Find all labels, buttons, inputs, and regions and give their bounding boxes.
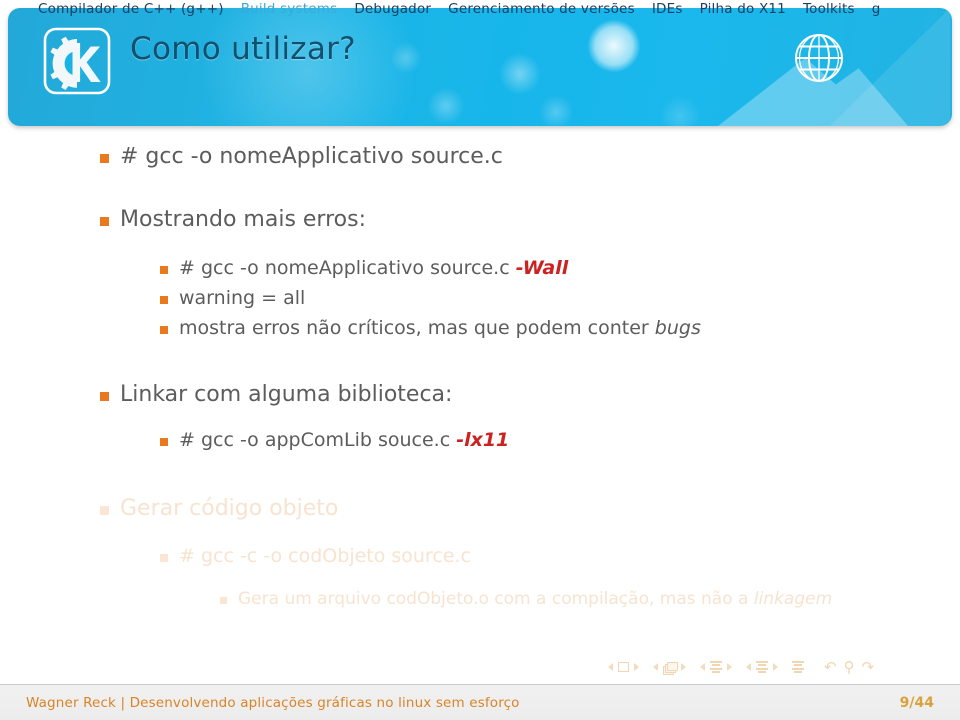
bullet-marker-icon bbox=[100, 217, 109, 227]
plain-text: # gcc -o appComLib souce.c bbox=[179, 429, 457, 451]
highlight-flag: -Wall bbox=[515, 257, 569, 279]
undo-arrow-icon[interactable]: ↶ bbox=[824, 658, 837, 676]
search-icon[interactable]: ⚲ bbox=[844, 658, 855, 676]
bullet-text: # gcc -o appComLib souce.c -lx11 bbox=[179, 428, 509, 453]
plain-text: Linkar com alguma biblioteca: bbox=[120, 382, 453, 407]
bullet-text: # gcc -o nomeApplicativo source.c bbox=[120, 142, 503, 171]
bullet-item-5: Linkar com alguma biblioteca: bbox=[100, 380, 452, 409]
bullet-item-7: Gerar código objeto bbox=[100, 494, 338, 523]
nav-group-subsection[interactable] bbox=[700, 661, 732, 673]
nav-group-slide[interactable] bbox=[608, 662, 639, 672]
footer-bar: Wagner Reck | Desenvolvendo aplicações g… bbox=[0, 684, 960, 720]
plain-text: Gera um arquivo codObjeto.o com a compil… bbox=[238, 589, 754, 609]
plain-text: warning = all bbox=[179, 287, 306, 309]
footer-author-title: Wagner Reck | Desenvolvendo aplicações g… bbox=[26, 694, 520, 711]
nav-group-document[interactable] bbox=[792, 661, 804, 673]
slide-content: # gcc -o nomeApplicativo source.c Mostran… bbox=[0, 132, 960, 642]
subsection-lines-icon[interactable] bbox=[710, 661, 722, 673]
nav-item-6[interactable]: Toolkits bbox=[803, 0, 855, 19]
bullet-text: mostra erros não críticos, mas que podem… bbox=[179, 316, 701, 341]
page-number: 9/44 bbox=[899, 694, 934, 711]
bullet-text: warning = all bbox=[179, 286, 305, 311]
bullet-marker-icon bbox=[100, 154, 109, 164]
bullet-text: Linkar com alguma biblioteca: bbox=[120, 380, 452, 409]
page-title: Como utilizar? bbox=[130, 31, 356, 67]
nav-item-5[interactable]: Pilha do X11 bbox=[700, 0, 786, 19]
nav-item-3[interactable]: Gerenciamento de versões bbox=[448, 0, 635, 19]
bullet-text: # gcc -c -o codObjeto source.c bbox=[179, 544, 471, 569]
emphasis-text: linkagem bbox=[753, 589, 833, 609]
plain-text: Mostrando mais erros: bbox=[120, 207, 366, 232]
bullet-text: # gcc -o nomeApplicativo source.c -Wall bbox=[179, 256, 568, 281]
bullet-marker-icon bbox=[160, 554, 168, 563]
globe-icon bbox=[789, 28, 849, 88]
next-frame-icon[interactable] bbox=[681, 663, 686, 671]
plain-text: # gcc -o nomeApplicativo source.c bbox=[179, 257, 516, 279]
bullet-text: Mostrando mais erros: bbox=[120, 205, 366, 234]
redo-arrow-icon[interactable]: ↷ bbox=[862, 658, 875, 676]
beamer-navigation-symbols[interactable]: ↶ ⚲ ↷ bbox=[608, 657, 952, 677]
nav-item-4[interactable]: IDEs bbox=[652, 0, 683, 19]
bullet-item-8: # gcc -c -o codObjeto source.c bbox=[160, 544, 471, 569]
nav-item-2[interactable]: Debugador bbox=[354, 0, 431, 19]
emphasis-text: bugs bbox=[654, 317, 701, 339]
bullet-marker-icon bbox=[100, 392, 109, 402]
bullet-text: Gera um arquivo codObjeto.o com a compil… bbox=[238, 588, 832, 611]
next-subsection-icon[interactable] bbox=[727, 663, 732, 671]
section-lines-icon[interactable] bbox=[756, 661, 768, 673]
bullet-text: Gerar código objeto bbox=[120, 494, 338, 523]
bullet-marker-icon bbox=[160, 438, 168, 447]
bullet-marker-icon bbox=[220, 597, 227, 605]
prev-frame-icon[interactable] bbox=[653, 663, 658, 671]
prev-slide-icon[interactable] bbox=[608, 663, 613, 671]
frames-stack-icon[interactable] bbox=[663, 661, 678, 675]
next-slide-icon[interactable] bbox=[634, 663, 639, 671]
bullet-item-1: Mostrando mais erros: bbox=[100, 205, 366, 234]
slide-square-icon[interactable] bbox=[618, 662, 629, 672]
prev-section-icon[interactable] bbox=[746, 663, 751, 671]
highlight-flag: -lx11 bbox=[456, 429, 510, 451]
plain-text: Gerar código objeto bbox=[120, 496, 339, 521]
bullet-marker-icon bbox=[160, 266, 168, 275]
kde-gear-k-icon bbox=[42, 26, 112, 96]
bullet-marker-icon bbox=[160, 326, 168, 335]
plain-text: mostra erros não críticos, mas que podem… bbox=[179, 317, 655, 339]
bullet-item-3: warning = all bbox=[160, 286, 305, 311]
plain-text: # gcc -o nomeApplicativo source.c bbox=[120, 144, 503, 169]
next-section-icon[interactable] bbox=[773, 663, 778, 671]
bullet-marker-icon bbox=[160, 296, 168, 305]
nav-group-frame[interactable] bbox=[653, 661, 686, 675]
plain-text: # gcc -c -o codObjeto source.c bbox=[179, 545, 471, 567]
nav-item-0[interactable]: Compilador de C++ (g++) bbox=[38, 0, 224, 19]
nav-group-history[interactable]: ↶ ⚲ ↷ bbox=[824, 658, 874, 676]
bullet-item-6: # gcc -o appComLib souce.c -lx11 bbox=[160, 428, 509, 453]
nav-item-7[interactable]: g bbox=[872, 0, 881, 19]
bullet-marker-icon bbox=[100, 506, 109, 516]
bullet-item-2: # gcc -o nomeApplicativo source.c -Wall bbox=[160, 256, 568, 281]
bullet-item-9: Gera um arquivo codObjeto.o com a compil… bbox=[220, 588, 880, 611]
prev-subsection-icon[interactable] bbox=[700, 663, 705, 671]
bullet-item-4: mostra erros não críticos, mas que podem… bbox=[160, 316, 701, 341]
nav-item-1[interactable]: Build systems bbox=[241, 0, 338, 19]
bullet-item-0: # gcc -o nomeApplicativo source.c bbox=[100, 142, 503, 171]
navigation-bar[interactable]: Compilador de C++ (g++) Build systems Debu… bbox=[0, 0, 960, 19]
document-lines-icon[interactable] bbox=[792, 661, 804, 673]
nav-group-section[interactable] bbox=[746, 661, 778, 673]
